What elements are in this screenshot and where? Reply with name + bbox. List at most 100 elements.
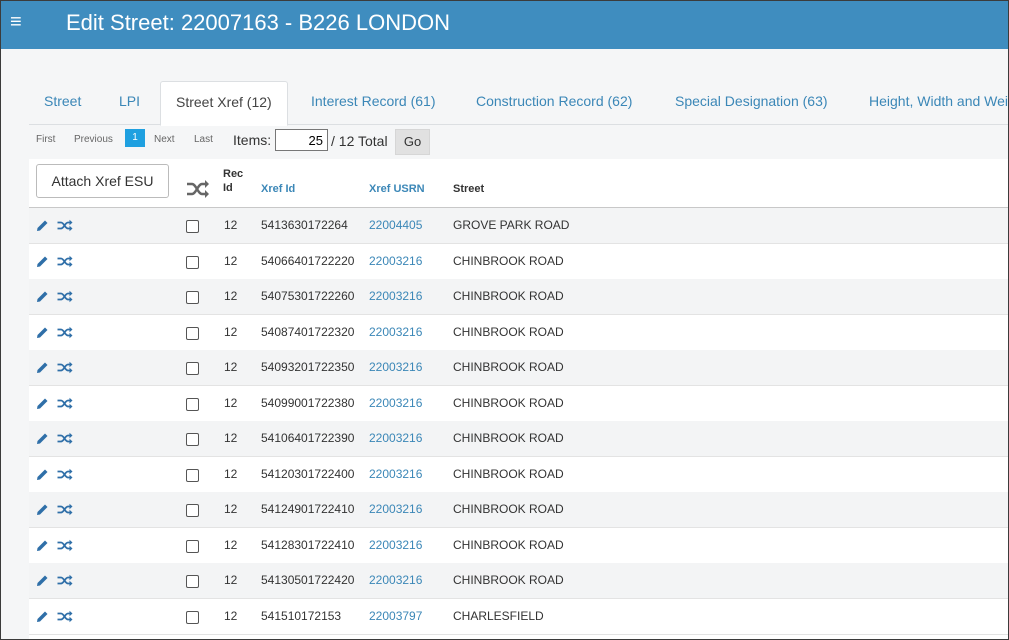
edit-pencil-icon[interactable] — [36, 432, 49, 445]
tab-lpi[interactable]: LPI — [104, 81, 155, 125]
column-header-xref-id[interactable]: Xref Id — [261, 183, 295, 195]
edit-pencil-icon[interactable] — [36, 397, 49, 410]
cell-xref-usrn-link[interactable]: 22003216 — [369, 538, 422, 552]
cell-rec-id: 12 — [224, 608, 238, 623]
items-per-page-input[interactable] — [275, 129, 328, 151]
shuffle-icon[interactable] — [57, 326, 73, 339]
page-title: Edit Street: 22007163 - B226 LONDON — [66, 10, 450, 35]
shuffle-icon[interactable] — [57, 219, 73, 232]
edit-pencil-icon[interactable] — [36, 503, 49, 516]
cell-rec-id: 12 — [224, 431, 238, 445]
items-label: Items: — [233, 132, 272, 148]
cell-street: CHINBROOK ROAD — [453, 324, 564, 339]
pager-current-page[interactable]: 1 — [125, 129, 145, 147]
items-total: / 12 Total — [331, 133, 388, 149]
shuffle-icon[interactable] — [57, 361, 73, 374]
edit-pencil-icon[interactable] — [36, 219, 49, 232]
cell-street: CHINBROOK ROAD — [453, 289, 564, 303]
tab-special-designation[interactable]: Special Designation (63) — [660, 81, 843, 125]
cell-xref-id: 5413630172264 — [261, 218, 348, 232]
shuffle-icon[interactable] — [57, 397, 73, 410]
row-select-checkbox[interactable] — [186, 397, 199, 411]
pager-previous[interactable]: Previous — [74, 134, 113, 145]
pager-next[interactable]: Next — [154, 134, 175, 145]
shuffle-icon[interactable] — [57, 255, 73, 268]
cell-xref-usrn-link[interactable]: 22003216 — [369, 396, 422, 410]
tab-street[interactable]: Street — [29, 81, 96, 125]
cell-xref-usrn-link[interactable]: 22003216 — [369, 573, 422, 587]
edit-pencil-icon[interactable] — [36, 468, 49, 481]
tab-bar: Street LPI Street Xref (12) Interest Rec… — [29, 81, 1008, 126]
edit-pencil-icon[interactable] — [36, 539, 49, 552]
cell-xref-usrn-link[interactable]: 22003216 — [369, 467, 422, 481]
cell-xref-id: 54075301722260 — [261, 289, 355, 303]
edit-pencil-icon[interactable] — [36, 610, 49, 623]
cell-rec-id: 12 — [224, 360, 238, 374]
table-row: 12 54075301722260 22003216 CHINBROOK ROAD — [29, 279, 1008, 315]
tab-street-xref[interactable]: Street Xref (12) — [160, 81, 288, 126]
shuffle-icon[interactable] — [57, 432, 73, 445]
row-select-checkbox[interactable] — [186, 433, 199, 446]
tab-interest-record[interactable]: Interest Record (61) — [296, 81, 451, 125]
table-row: 12 54093201722350 22003216 CHINBROOK ROAD — [29, 350, 1008, 386]
shuffle-icon[interactable] — [57, 574, 73, 587]
edit-pencil-icon[interactable] — [36, 290, 49, 303]
cell-street: CHINBROOK ROAD — [453, 253, 564, 268]
cell-xref-usrn-link[interactable]: 22003216 — [369, 289, 422, 303]
row-select-checkbox[interactable] — [186, 326, 199, 340]
shuffle-icon[interactable] — [57, 539, 73, 552]
hamburger-menu-icon[interactable]: ≡ — [10, 12, 22, 32]
table-row: 12 54120301722400 22003216 CHINBROOK ROAD — [29, 456, 1008, 493]
main-content: Street LPI Street Xref (12) Interest Rec… — [1, 49, 1008, 639]
cell-rec-id: 12 — [224, 395, 238, 410]
app-window: ≡ Edit Street: 22007163 - B226 LONDON St… — [0, 0, 1009, 640]
table-row: 12 54066401722220 22003216 CHINBROOK ROAD — [29, 243, 1008, 280]
cell-xref-usrn-link[interactable]: 22004405 — [369, 218, 422, 232]
pager-first[interactable]: First — [36, 134, 55, 145]
cell-xref-usrn-link[interactable]: 22003797 — [369, 609, 422, 623]
row-select-checkbox[interactable] — [186, 362, 199, 375]
cell-xref-usrn-link[interactable]: 22003216 — [369, 254, 422, 268]
tab-height-width-weight[interactable]: Height, Width and Weight — [854, 81, 1008, 125]
attach-xref-esu-button[interactable]: Attach Xref ESU — [36, 164, 169, 198]
cell-xref-usrn-link[interactable]: 22003216 — [369, 431, 422, 445]
row-select-checkbox[interactable] — [186, 291, 199, 304]
cell-xref-id: 54093201722350 — [261, 360, 355, 374]
edit-pencil-icon[interactable] — [36, 255, 49, 268]
table-row: 12 541510172153 22003797 CHARLESFIELD — [29, 598, 1008, 635]
tab-construction-record[interactable]: Construction Record (62) — [461, 81, 647, 125]
table-row: 12 54124901722410 22003216 CHINBROOK ROAD — [29, 492, 1008, 528]
table-row: 12 54128301722410 22003216 CHINBROOK ROAD — [29, 527, 1008, 564]
shuffle-icon[interactable] — [57, 290, 73, 303]
shuffle-icon[interactable] — [57, 468, 73, 481]
cell-rec-id: 12 — [224, 502, 238, 516]
pager-last[interactable]: Last — [194, 134, 213, 145]
shuffle-icon[interactable] — [57, 503, 73, 516]
cell-xref-usrn-link[interactable]: 22003216 — [369, 360, 422, 374]
row-select-checkbox[interactable] — [186, 575, 199, 588]
cell-xref-usrn-link[interactable]: 22003216 — [369, 502, 422, 516]
row-select-checkbox[interactable] — [186, 610, 199, 624]
go-button[interactable]: Go — [395, 129, 430, 155]
edit-pencil-icon[interactable] — [36, 326, 49, 339]
edit-pencil-icon[interactable] — [36, 574, 49, 587]
cell-street: CHINBROOK ROAD — [453, 502, 564, 516]
cell-street: GROVE PARK ROAD — [453, 218, 570, 232]
cell-rec-id: 12 — [224, 537, 238, 552]
shuffle-icon[interactable] — [186, 179, 210, 199]
row-select-checkbox[interactable] — [186, 539, 199, 553]
table-row: 12 5413630172264 22004405 GROVE PARK ROAD — [29, 208, 1008, 244]
table-row: 12 54087401722320 22003216 CHINBROOK ROAD — [29, 314, 1008, 351]
row-select-checkbox[interactable] — [186, 220, 199, 233]
row-select-checkbox[interactable] — [186, 468, 199, 482]
edit-pencil-icon[interactable] — [36, 361, 49, 374]
row-select-checkbox[interactable] — [186, 255, 199, 269]
table-row: 12 54099001722380 22003216 CHINBROOK ROAD — [29, 385, 1008, 422]
app-header: ≡ Edit Street: 22007163 - B226 LONDON — [1, 1, 1008, 49]
cell-street: CHINBROOK ROAD — [453, 431, 564, 445]
column-header-xref-usrn[interactable]: Xref USRN — [369, 183, 425, 195]
row-select-checkbox[interactable] — [186, 504, 199, 517]
shuffle-icon[interactable] — [57, 610, 73, 623]
cell-xref-usrn-link[interactable]: 22003216 — [369, 325, 422, 339]
cell-xref-id: 54120301722400 — [261, 466, 355, 481]
